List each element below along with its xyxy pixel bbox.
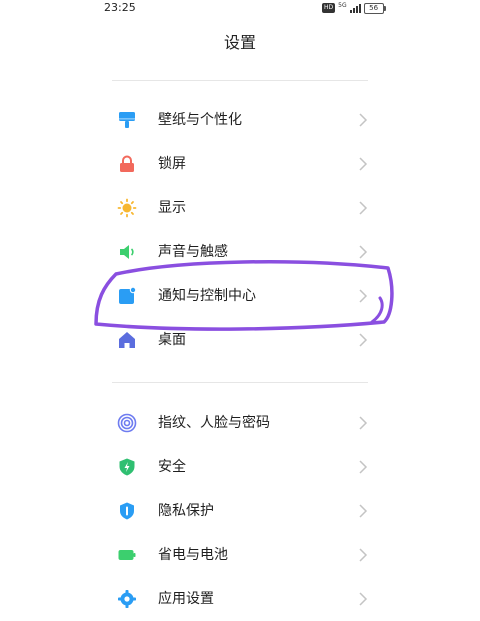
chevron-right-icon [359, 289, 368, 303]
chevron-right-icon [359, 113, 368, 127]
settings-item-label: 指纹、人脸与密码 [158, 415, 270, 431]
settings-item-privacy[interactable]: 隐私保护 [0, 489, 480, 533]
settings-item-battery[interactable]: 省电与电池 [0, 533, 480, 577]
chevron-right-icon [359, 460, 368, 474]
shield-icon [119, 458, 135, 476]
hd-badge: HD [322, 3, 336, 13]
settings-item-app-settings[interactable]: 应用设置 [0, 577, 480, 621]
settings-item-label: 显示 [158, 200, 186, 216]
divider [112, 382, 368, 383]
settings-item-desktop[interactable]: 桌面 [0, 318, 480, 362]
status-bar: 23:25 HD 5G 56 [0, 0, 480, 18]
battery-status-icon: 56 [363, 2, 386, 14]
home-icon [119, 332, 135, 348]
settings-item-label: 安全 [158, 459, 186, 475]
privacy-icon [120, 502, 134, 520]
settings-item-fingerprint[interactable]: 指纹、人脸与密码 [0, 401, 480, 445]
gear-icon [118, 590, 136, 608]
notification-icon [119, 286, 137, 304]
settings-item-notifications[interactable]: 通知与控制中心 [0, 274, 480, 318]
status-icons: HD 5G 56 [322, 1, 386, 14]
lock-icon [120, 155, 134, 172]
battery-icon [118, 550, 136, 560]
settings-item-security[interactable]: 安全 [0, 445, 480, 489]
settings-item-lock-screen[interactable]: 锁屏 [0, 142, 480, 186]
settings-item-label: 声音与触感 [158, 244, 228, 260]
speaker-icon [120, 245, 134, 259]
settings-item-label: 壁纸与个性化 [158, 112, 242, 128]
chevron-right-icon [359, 504, 368, 518]
settings-item-label: 通知与控制中心 [158, 288, 256, 304]
chevron-right-icon [359, 548, 368, 562]
brightness-icon [117, 198, 137, 218]
page-title: 设置 [223, 33, 256, 52]
settings-item-label: 锁屏 [158, 156, 186, 172]
divider [112, 80, 368, 81]
settings-item-label: 桌面 [158, 332, 186, 348]
chevron-right-icon [359, 201, 368, 215]
settings-item-label: 应用设置 [158, 591, 214, 607]
network-type-label: 5G [338, 1, 347, 9]
chevron-right-icon [359, 333, 368, 347]
status-time: 23:25 [104, 1, 136, 14]
signal-icon [349, 3, 361, 13]
chevron-right-icon [359, 157, 368, 171]
settings-item-sound[interactable]: 声音与触感 [0, 230, 480, 274]
fingerprint-icon [117, 413, 137, 433]
chevron-right-icon [359, 416, 368, 430]
settings-item-label: 隐私保护 [158, 503, 214, 519]
chevron-right-icon [359, 592, 368, 606]
settings-item-label: 省电与电池 [158, 547, 228, 563]
settings-item-wallpaper[interactable]: 壁纸与个性化 [0, 98, 480, 142]
wallpaper-icon [119, 112, 135, 128]
chevron-right-icon [359, 245, 368, 259]
settings-item-display[interactable]: 显示 [0, 186, 480, 230]
